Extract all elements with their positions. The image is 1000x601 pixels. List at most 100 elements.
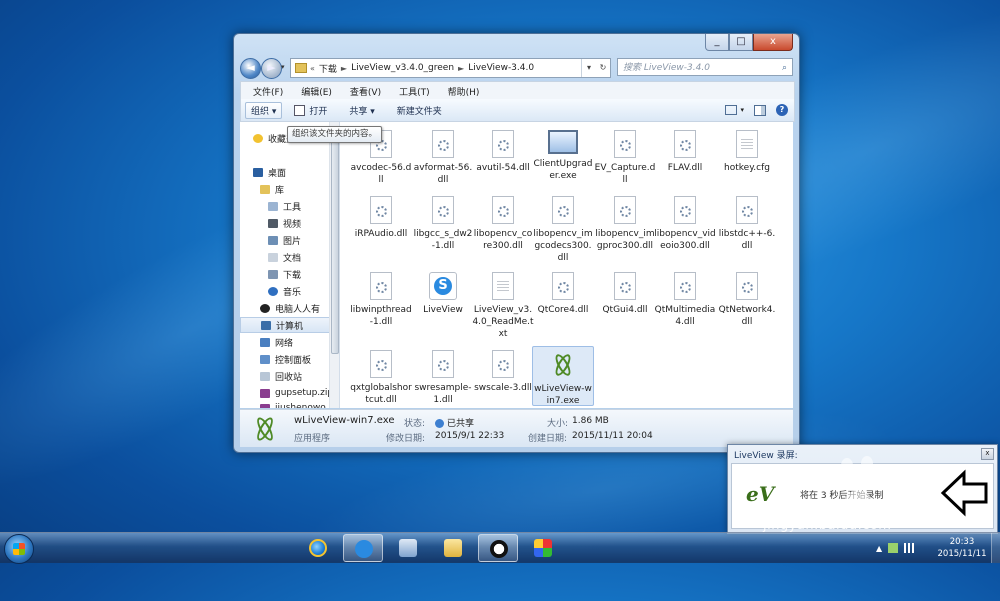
open-label: 打开 bbox=[309, 106, 328, 117]
minimize-button[interactable]: _ bbox=[705, 34, 729, 51]
file-item[interactable]: LiveView bbox=[412, 272, 474, 316]
menu-tools[interactable]: 工具(T) bbox=[399, 85, 430, 98]
nav-item-gupsetup[interactable]: gupsetup.zip bbox=[260, 385, 333, 401]
taskbar-ie[interactable] bbox=[298, 534, 338, 562]
tray-app-icon[interactable] bbox=[888, 543, 899, 553]
chevron-right-icon[interactable]: ► bbox=[341, 64, 347, 73]
menu-view[interactable]: 查看(V) bbox=[350, 85, 381, 98]
file-item[interactable]: libopencv_imgproc300.dll bbox=[594, 196, 656, 252]
menu-help[interactable]: 帮助(H) bbox=[448, 85, 480, 98]
menu-file[interactable]: 文件(F) bbox=[253, 85, 283, 98]
file-item[interactable]: libwinpthread-1.dll bbox=[350, 272, 412, 328]
nav-scrollbar[interactable] bbox=[329, 122, 339, 408]
refresh-icon[interactable]: ↻ bbox=[596, 59, 610, 77]
nav-item-control-panel[interactable]: 控制面板 bbox=[260, 351, 311, 367]
address-overflow[interactable]: « bbox=[310, 64, 315, 73]
file-item[interactable]: libopencv_core300.dll bbox=[472, 196, 534, 252]
taskbar-paint[interactable] bbox=[523, 534, 563, 562]
address-bar[interactable]: « 下载 ► LiveView_v3.4.0_green ► LiveView-… bbox=[290, 58, 611, 78]
taskbar-liveview[interactable] bbox=[343, 534, 383, 562]
file-item[interactable]: libstdc++-6.dll bbox=[716, 196, 778, 252]
file-item[interactable]: libopencv_imgcodecs300.dll bbox=[532, 196, 594, 264]
picture-icon bbox=[268, 235, 278, 245]
back-button[interactable]: ◄ bbox=[240, 58, 261, 79]
file-item[interactable]: FLAV.dll bbox=[654, 130, 716, 174]
start-button[interactable] bbox=[4, 534, 34, 564]
nav-item-panda[interactable]: 电脑人人有 bbox=[260, 300, 320, 316]
nav-item-videos[interactable]: 视频 bbox=[268, 215, 301, 231]
network-icon bbox=[260, 337, 270, 347]
file-item[interactable]: libopencv_videoio300.dll bbox=[654, 196, 716, 252]
clock[interactable]: 20:33 2015/11/11 bbox=[934, 536, 990, 560]
share-button[interactable]: 共享 ▾ bbox=[349, 104, 374, 117]
atom-app-icon bbox=[549, 351, 577, 379]
nav-item-recycle-bin[interactable]: 回收站 bbox=[260, 368, 302, 384]
show-desktop-button[interactable] bbox=[991, 533, 1000, 563]
help-icon[interactable]: ? bbox=[776, 104, 788, 116]
close-button[interactable]: x bbox=[753, 34, 793, 51]
notification-close-button[interactable]: x bbox=[981, 448, 994, 460]
file-item[interactable]: libgcc_s_dw2-1.dll bbox=[412, 196, 474, 252]
nav-item-pictures[interactable]: 图片 bbox=[268, 232, 301, 248]
forward-button[interactable]: ► bbox=[261, 58, 282, 79]
nav-item-desktop[interactable]: 桌面 bbox=[253, 164, 286, 180]
address-dropdown-icon[interactable]: ▾ bbox=[582, 59, 596, 77]
file-item[interactable]: QtCore4.dll bbox=[532, 272, 594, 316]
liveview-shortcut-icon bbox=[429, 272, 457, 300]
taskbar: ▲ 20:33 2015/11/11 bbox=[0, 532, 1000, 564]
recent-pages-dropdown[interactable]: ▾ bbox=[281, 63, 285, 71]
nav-item-jiushenowo[interactable]: jiushenowo_setu bbox=[260, 400, 339, 408]
taskbar-explorer[interactable] bbox=[433, 534, 473, 562]
nav-item-computer[interactable]: 计算机 bbox=[240, 317, 338, 333]
nav-item-libraries[interactable]: 库 bbox=[260, 181, 284, 197]
new-folder-button[interactable]: 新建文件夹 bbox=[397, 104, 442, 117]
preview-pane-icon[interactable] bbox=[754, 104, 766, 116]
dll-file-icon bbox=[492, 196, 514, 224]
nav-item-music[interactable]: 音乐 bbox=[268, 283, 301, 299]
file-name: LiveView_v3.4.0_ReadMe.txt bbox=[472, 305, 534, 339]
address-segment-downloads[interactable]: 下载 bbox=[319, 62, 337, 75]
organize-button[interactable]: 组织 ▾ bbox=[245, 101, 283, 119]
dll-file-icon bbox=[432, 350, 454, 378]
file-item[interactable]: hotkey.cfg bbox=[716, 130, 778, 174]
network-signal-icon[interactable] bbox=[904, 543, 915, 553]
change-view-icon[interactable] bbox=[725, 105, 738, 115]
file-item[interactable]: avutil-54.dll bbox=[472, 130, 534, 174]
file-item-selected[interactable]: wLiveView-win7.exe bbox=[532, 346, 594, 406]
detail-modified-label: 修改日期: bbox=[386, 434, 426, 444]
open-button[interactable]: 打开 bbox=[294, 104, 327, 117]
file-item[interactable]: iRPAudio.dll bbox=[350, 196, 412, 240]
file-item[interactable]: QtGui4.dll bbox=[594, 272, 656, 316]
nav-item-network[interactable]: 网络 bbox=[260, 334, 293, 350]
file-name: libwinpthread-1.dll bbox=[350, 305, 412, 327]
detail-state-text: 已共享 bbox=[447, 419, 475, 429]
search-input[interactable]: 搜索 LiveView-3.4.0 ⌕ bbox=[617, 58, 793, 76]
file-item[interactable]: qxtglobalshortcut.dll bbox=[350, 350, 412, 406]
file-item[interactable]: LiveView_v3.4.0_ReadMe.txt bbox=[472, 272, 534, 340]
file-item[interactable]: QtNetwork4.dll bbox=[716, 272, 778, 328]
nav-item-downloads[interactable]: 下载 bbox=[268, 266, 301, 282]
chevron-right-icon[interactable]: ► bbox=[458, 64, 464, 73]
address-segment-green[interactable]: LiveView_v3.4.0_green bbox=[351, 63, 454, 73]
file-item[interactable]: EV_Capture.dll bbox=[594, 130, 656, 186]
address-segment-current[interactable]: LiveView-3.4.0 bbox=[468, 63, 534, 73]
search-icon[interactable]: ⌕ bbox=[782, 59, 787, 77]
file-item[interactable]: swscale-3.dll bbox=[472, 350, 534, 394]
video-icon bbox=[268, 218, 278, 228]
tray-expand-icon[interactable]: ▲ bbox=[876, 544, 882, 553]
nav-label: 图片 bbox=[283, 236, 302, 247]
taskbar-panda[interactable] bbox=[478, 534, 518, 562]
file-item[interactable]: QtMultimedia4.dll bbox=[654, 272, 716, 328]
file-item[interactable]: avformat-56.dll bbox=[412, 130, 474, 186]
taskbar-control-panel[interactable] bbox=[388, 534, 428, 562]
maximize-button[interactable]: □ bbox=[729, 34, 753, 51]
file-name: avcodec-56.dll bbox=[350, 163, 412, 185]
file-name: libstdc++-6.dll bbox=[718, 229, 776, 251]
menu-edit[interactable]: 编辑(E) bbox=[301, 85, 332, 98]
nav-scrollbar-thumb[interactable] bbox=[331, 132, 339, 354]
view-dropdown-icon[interactable]: ▾ bbox=[740, 106, 744, 114]
file-item[interactable]: ClientUpgrader.exe bbox=[532, 130, 594, 182]
nav-item-tools[interactable]: 工具 bbox=[268, 198, 301, 214]
file-item[interactable]: swresample-1.dll bbox=[412, 350, 474, 406]
nav-item-documents[interactable]: 文档 bbox=[268, 249, 301, 265]
